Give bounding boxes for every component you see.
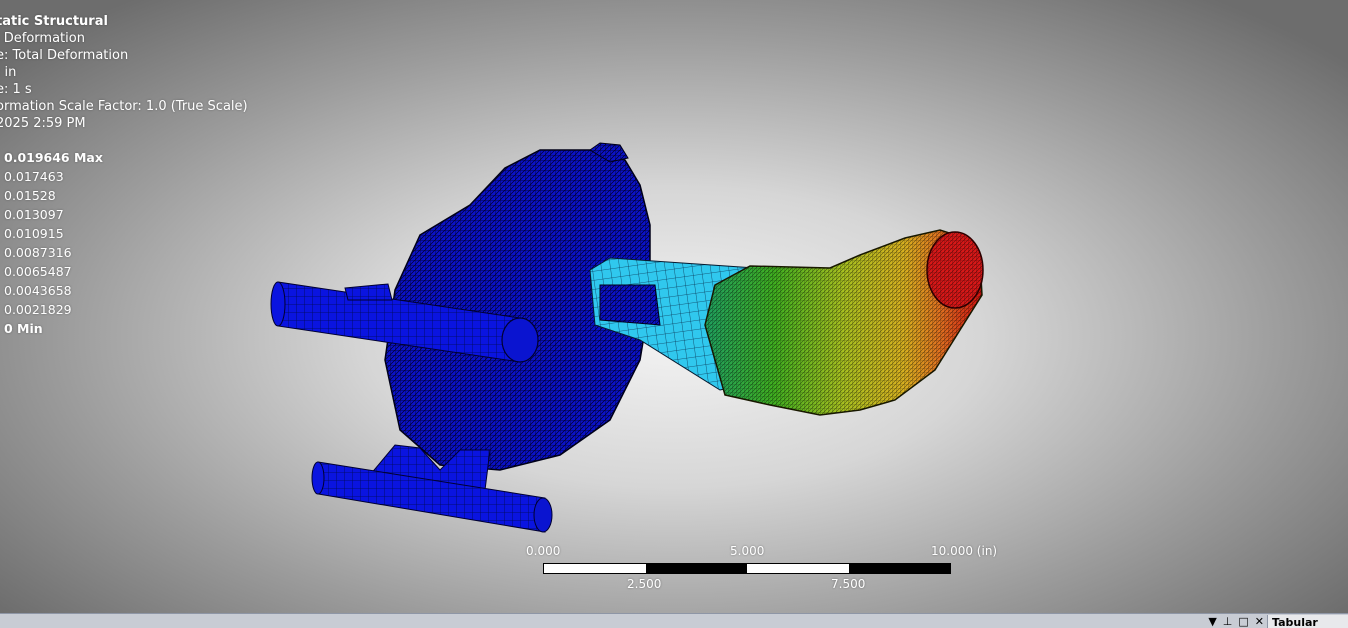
scale-label: 2.500 (627, 577, 662, 591)
motor-end-cap-lines (927, 232, 983, 308)
tab-tabular-data[interactable]: Tabular Data (1267, 615, 1348, 628)
upper-pipe-end (270, 281, 286, 327)
pipe-clamp-mesh (344, 283, 393, 301)
chevron-down-icon[interactable]: ▼ (1208, 615, 1216, 628)
lower-pipe-end (311, 461, 325, 495)
scale-segment (848, 564, 950, 573)
scale-segment (747, 564, 849, 573)
scale-label: 7.500 (831, 577, 866, 591)
lower-pipe-opening (533, 497, 553, 533)
panel-controls: ▼ ⊥ □ ✕ (1208, 614, 1264, 628)
bottom-panel-strip: ▼ ⊥ □ ✕ Tabular Data (0, 613, 1348, 628)
scale-label: 10.000 (in) (931, 544, 998, 558)
fea-mesh-model[interactable] (0, 0, 1348, 613)
graphics-viewport[interactable]: tatic Structural l Deformation e: Total … (0, 0, 1348, 613)
upper-pipe-opening (501, 317, 539, 363)
scale-bar: 0.000 5.000 10.000 (in) 2.500 7.500 (500, 544, 1000, 596)
scale-label: 5.000 (730, 544, 765, 558)
scale-bar-graphic (543, 563, 951, 574)
pin-icon[interactable]: ⊥ (1223, 615, 1233, 628)
shaft-slot-mesh (599, 284, 661, 326)
scale-segment (544, 564, 646, 573)
scale-segment (645, 564, 747, 573)
maximize-icon[interactable]: □ (1238, 615, 1248, 628)
scale-label: 0.000 (526, 544, 561, 558)
close-icon[interactable]: ✕ (1255, 615, 1264, 628)
